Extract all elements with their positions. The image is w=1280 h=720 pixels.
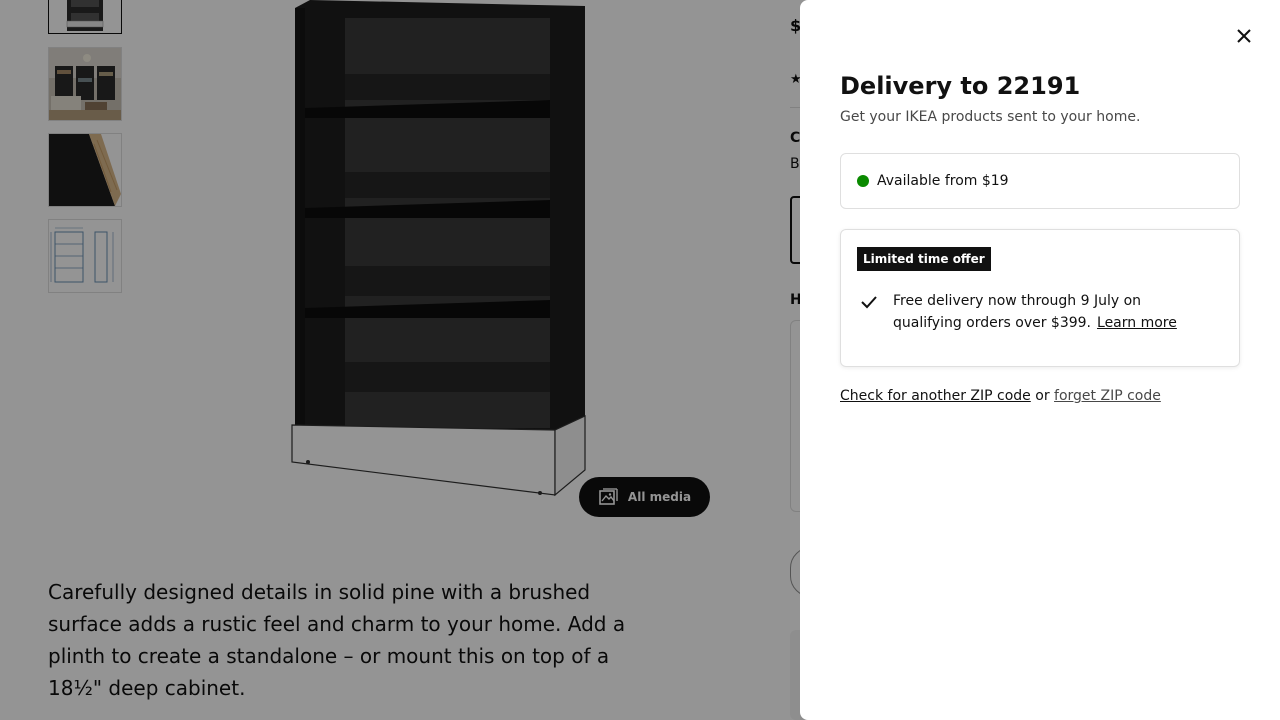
offer-badge: Limited time offer	[857, 247, 991, 271]
check-icon	[861, 296, 877, 309]
zip-separator: or	[1035, 388, 1050, 404]
zip-actions: Check for another ZIP code or forget ZIP…	[840, 388, 1161, 404]
availability-text: Available from $19	[877, 173, 1009, 189]
learn-more-link[interactable]: Learn more	[1097, 315, 1177, 331]
offer-description: Free delivery now through 9 July on qual…	[893, 290, 1213, 334]
check-zip-link[interactable]: Check for another ZIP code	[840, 388, 1031, 404]
modal-title: Delivery to 22191	[840, 72, 1081, 100]
offer-box: Limited time offer Free delivery now thr…	[840, 229, 1240, 367]
availability-box: Available from $19	[840, 153, 1240, 209]
forget-zip-link[interactable]: forget ZIP code	[1054, 388, 1161, 404]
status-dot-icon	[857, 175, 869, 187]
modal-subtitle: Get your IKEA products sent to your home…	[840, 109, 1141, 125]
close-button[interactable]	[1228, 20, 1260, 52]
close-icon	[1237, 29, 1251, 43]
